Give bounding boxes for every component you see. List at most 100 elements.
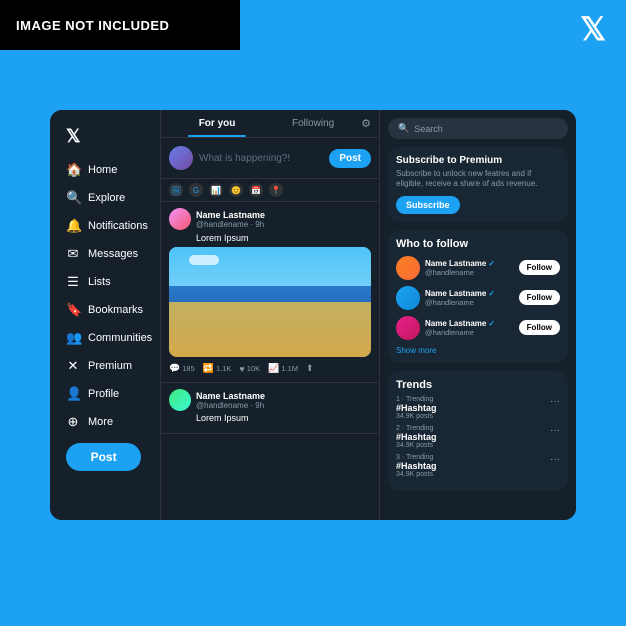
tweet-1-image bbox=[169, 247, 371, 357]
tweet-1-comment[interactable]: 💬 185 bbox=[169, 363, 195, 374]
post-button[interactable]: Post bbox=[66, 443, 141, 471]
sand-layer bbox=[169, 302, 371, 357]
who-to-follow-box: Who to follow Name Lastname ✓ @handlenam… bbox=[388, 230, 568, 363]
tweet-1-actions: 💬 185 🔁 1.1K ♥ 10K 📈 1.1M ⬆ bbox=[169, 361, 371, 376]
tweet-1-comment-count: 185 bbox=[182, 364, 195, 373]
follow-avatar-1 bbox=[396, 256, 420, 280]
premium-subscription-box: Subscribe to Premium Subscribe to unlock… bbox=[388, 147, 568, 222]
sidebar-item-explore[interactable]: 🔍 Explore bbox=[58, 185, 152, 211]
sidebar-item-premium-label: Premium bbox=[88, 360, 132, 372]
tab-for-you[interactable]: For you bbox=[169, 110, 265, 137]
trend-meta-3: 3 · Trending bbox=[396, 454, 550, 461]
follow-button-2[interactable]: Follow bbox=[519, 290, 560, 305]
media-icons-row: 🖼 G 📊 😊 📅 📍 bbox=[161, 179, 379, 202]
sidebar-item-notifications-label: Notifications bbox=[88, 220, 148, 232]
tweet-1-text: Lorem Ipsum bbox=[169, 233, 371, 243]
views-icon: 📈 bbox=[268, 363, 279, 374]
follow-button-3[interactable]: Follow bbox=[519, 320, 560, 335]
sidebar-item-communities-label: Communities bbox=[88, 332, 152, 344]
gif-icon[interactable]: G bbox=[189, 183, 203, 197]
sidebar-item-more-label: More bbox=[88, 416, 113, 428]
trend-meta-2: 2 · Trending bbox=[396, 425, 550, 432]
sidebar-item-premium[interactable]: ✕ Premium bbox=[58, 353, 152, 379]
schedule-icon[interactable]: 📅 bbox=[249, 183, 263, 197]
follow-info-3: Name Lastname ✓ @handlename bbox=[425, 319, 514, 337]
follow-item-1: Name Lastname ✓ @handlename Follow bbox=[396, 256, 560, 280]
bookmarks-icon: 🔖 bbox=[66, 302, 80, 318]
retweet-icon: 🔁 bbox=[203, 363, 214, 374]
follow-handle-3: @handlename bbox=[425, 328, 514, 337]
trend-hashtag-3[interactable]: #Hashtag bbox=[396, 461, 550, 471]
search-icon: 🔍 bbox=[398, 123, 409, 134]
trend-posts-3: 34.9K posts bbox=[396, 471, 550, 478]
share-icon: ⬆ bbox=[306, 363, 314, 374]
emoji-icon[interactable]: 😊 bbox=[229, 183, 243, 197]
settings-icon[interactable]: ⚙ bbox=[361, 117, 371, 130]
search-placeholder: Search bbox=[414, 124, 443, 134]
cloud-layer bbox=[189, 255, 219, 265]
sidebar-item-bookmarks-label: Bookmarks bbox=[88, 304, 143, 316]
right-sidebar: 🔍 Search Subscribe to Premium Subscribe … bbox=[380, 110, 576, 520]
tab-following[interactable]: Following bbox=[265, 110, 361, 137]
tweet-1-retweet[interactable]: 🔁 1.1K bbox=[203, 363, 232, 374]
show-more-link[interactable]: Show more bbox=[396, 346, 560, 355]
search-box[interactable]: 🔍 Search bbox=[388, 118, 568, 139]
profile-icon: 👤 bbox=[66, 386, 80, 402]
messages-icon: ✉ bbox=[66, 246, 80, 262]
subscribe-button[interactable]: Subscribe bbox=[396, 196, 460, 214]
follow-info-2: Name Lastname ✓ @handlename bbox=[425, 289, 514, 307]
trend-hashtag-1[interactable]: #Hashtag bbox=[396, 403, 550, 413]
follow-handle-2: @handlename bbox=[425, 298, 514, 307]
comment-icon: 💬 bbox=[169, 363, 180, 374]
sidebar-item-messages-label: Messages bbox=[88, 248, 138, 260]
communities-icon: 👥 bbox=[66, 330, 80, 346]
feed-tabs: For you Following ⚙ bbox=[161, 110, 379, 138]
follow-item-2: Name Lastname ✓ @handlename Follow bbox=[396, 286, 560, 310]
sidebar-item-lists[interactable]: ☰ Lists bbox=[58, 269, 152, 295]
compose-area: What is happening?! Post bbox=[161, 138, 379, 179]
location-icon[interactable]: 📍 bbox=[269, 183, 283, 197]
premium-title: Subscribe to Premium bbox=[396, 155, 560, 166]
trend-item-3: 3 · Trending #Hashtag 34.9K posts ··· bbox=[396, 454, 560, 478]
trend-more-icon-2[interactable]: ··· bbox=[550, 425, 560, 436]
compose-placeholder[interactable]: What is happening?! bbox=[199, 153, 323, 164]
sidebar-item-notifications[interactable]: 🔔 Notifications bbox=[58, 213, 152, 239]
sidebar-item-communities[interactable]: 👥 Communities bbox=[58, 325, 152, 351]
trend-more-icon-3[interactable]: ··· bbox=[550, 454, 560, 465]
trend-hashtag-2[interactable]: #Hashtag bbox=[396, 432, 550, 442]
sidebar-item-profile-label: Profile bbox=[88, 388, 119, 400]
sidebar-item-home[interactable]: 🏠 Home bbox=[58, 157, 152, 183]
tweet-2-handle: @handlename · 9h bbox=[196, 401, 371, 410]
trend-item-1: 1 · Trending #Hashtag 34.9K posts ··· bbox=[396, 396, 560, 420]
tweet-1-like[interactable]: ♥ 10K bbox=[239, 363, 260, 374]
trends-box: Trends 1 · Trending #Hashtag 34.9K posts… bbox=[388, 371, 568, 491]
tweet-1-retweet-count: 1.1K bbox=[216, 364, 231, 373]
sidebar-item-messages[interactable]: ✉ Messages bbox=[58, 241, 152, 267]
trend-more-icon-1[interactable]: ··· bbox=[550, 396, 560, 407]
who-to-follow-title: Who to follow bbox=[396, 238, 560, 250]
photo-icon[interactable]: 🖼 bbox=[169, 183, 183, 197]
chart-icon[interactable]: 📊 bbox=[209, 183, 223, 197]
sidebar-item-lists-label: Lists bbox=[88, 276, 111, 288]
tweet-1-views[interactable]: 📈 1.1M bbox=[268, 363, 298, 374]
sidebar-item-profile[interactable]: 👤 Profile bbox=[58, 381, 152, 407]
verified-badge-1: ✓ bbox=[488, 259, 495, 268]
trend-info-3: 3 · Trending #Hashtag 34.9K posts bbox=[396, 454, 550, 478]
follow-name-1: Name Lastname ✓ bbox=[425, 259, 514, 268]
premium-description: Subscribe to unlock new featres and if e… bbox=[396, 169, 560, 190]
tweet-1: Name Lastname @handlename · 9h Lorem Ips… bbox=[161, 202, 379, 383]
tweet-2-user-info: Name Lastname @handlename · 9h bbox=[196, 391, 371, 410]
home-icon: 🏠 bbox=[66, 162, 80, 178]
follow-button-1[interactable]: Follow bbox=[519, 260, 560, 275]
notifications-icon: 🔔 bbox=[66, 218, 80, 234]
tweet-2-avatar bbox=[169, 389, 191, 411]
sidebar-item-more[interactable]: ⊕ More bbox=[58, 409, 152, 435]
sidebar-item-bookmarks[interactable]: 🔖 Bookmarks bbox=[58, 297, 152, 323]
sidebar-x-logo: 𝕏 bbox=[58, 122, 152, 151]
compose-avatar bbox=[169, 146, 193, 170]
trends-title: Trends bbox=[396, 379, 560, 391]
compose-post-button[interactable]: Post bbox=[329, 149, 371, 168]
tweet-1-share[interactable]: ⬆ bbox=[306, 363, 314, 374]
tweet-1-name: Name Lastname bbox=[196, 210, 371, 220]
tweet-1-user-info: Name Lastname @handlename · 9h bbox=[196, 210, 371, 229]
